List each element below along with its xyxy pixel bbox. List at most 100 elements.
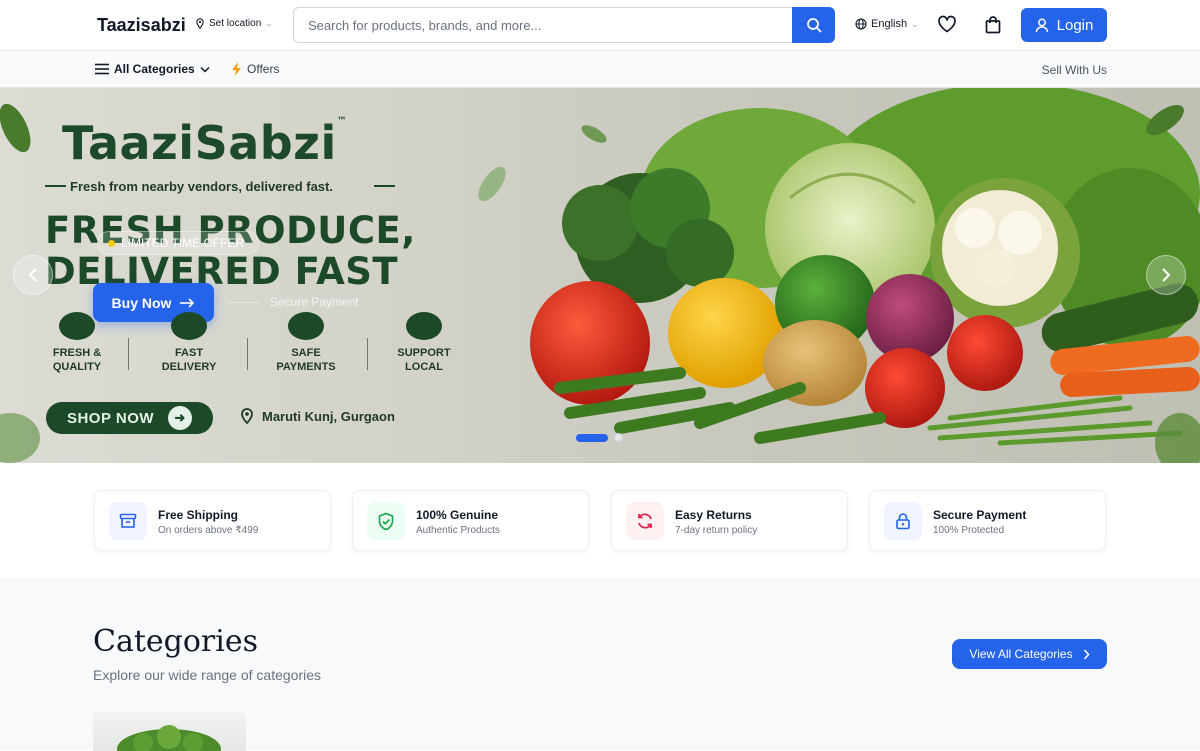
lightning-icon bbox=[232, 62, 241, 76]
chevron-down-icon: ⌄ bbox=[265, 18, 273, 28]
shield-icon bbox=[288, 312, 324, 340]
buy-now-label: Buy Now bbox=[111, 294, 172, 311]
user-icon bbox=[1035, 18, 1048, 32]
banner-logo-text: TaaziSabzi bbox=[62, 116, 337, 170]
carousel-indicators bbox=[576, 433, 623, 442]
feature-line1: SUPPORT bbox=[397, 347, 451, 359]
hero-carousel: TaaziSabzi™ Fresh from nearby vendors, d… bbox=[0, 88, 1200, 463]
location-selector[interactable]: Set location ⌄ bbox=[195, 18, 273, 29]
shopping-bag-icon bbox=[985, 16, 1001, 34]
language-selector[interactable]: English ⌄ bbox=[855, 18, 919, 30]
status-dot bbox=[108, 239, 115, 247]
location-label: Set location bbox=[209, 18, 262, 29]
search-button[interactable] bbox=[792, 7, 835, 43]
feature-line2: LOCAL bbox=[405, 361, 443, 373]
carousel-next-button[interactable] bbox=[1146, 255, 1186, 295]
delivery-icon bbox=[171, 312, 207, 340]
chevron-down-icon: ⌄ bbox=[911, 18, 919, 29]
benefit-title: Easy Returns bbox=[675, 508, 752, 522]
brand-logo[interactable]: Taazisabzi bbox=[97, 15, 186, 36]
all-categories-menu[interactable]: All Categories bbox=[95, 62, 210, 76]
refresh-icon bbox=[626, 502, 664, 540]
sell-with-us-link[interactable]: Sell With Us bbox=[1042, 63, 1107, 77]
category-card[interactable] bbox=[93, 711, 246, 751]
benefit-card-secure-payment: Secure Payment 100% Protected bbox=[869, 490, 1106, 551]
carousel-dot[interactable] bbox=[614, 433, 623, 442]
shop-now-banner-button[interactable]: SHOP NOW ➜ bbox=[46, 402, 213, 434]
feature-line2: QUALITY bbox=[52, 361, 102, 373]
feature-line1: FAST bbox=[174, 347, 204, 359]
shield-check-icon bbox=[367, 502, 405, 540]
login-button[interactable]: Login bbox=[1021, 8, 1107, 42]
chevron-left-icon bbox=[28, 268, 37, 282]
secure-payment-note: Secure Payment bbox=[228, 295, 359, 309]
benefit-title: Secure Payment bbox=[933, 508, 1027, 522]
benefit-subtitle: 7-day return policy bbox=[675, 525, 758, 536]
view-all-label: View All Categories bbox=[969, 647, 1073, 661]
search-input[interactable] bbox=[294, 8, 792, 42]
category-navbar: All Categories Offers Sell With Us bbox=[0, 51, 1200, 88]
heart-icon bbox=[938, 15, 956, 33]
feature-support-local: SUPPORT LOCAL bbox=[379, 312, 469, 374]
cart-button[interactable] bbox=[984, 15, 1002, 39]
feature-fast-delivery: FAST DELIVERY bbox=[144, 312, 234, 374]
feature-safe-payments: SAFE PAYMENTS bbox=[261, 312, 351, 374]
location-pin-icon bbox=[196, 18, 204, 29]
benefit-subtitle: On orders above ₹499 bbox=[158, 525, 259, 536]
benefit-title: 100% Genuine bbox=[416, 508, 499, 522]
box-icon bbox=[109, 502, 147, 540]
benefit-subtitle: Authentic Products bbox=[416, 525, 500, 536]
banner-tagline: Fresh from nearby vendors, delivered fas… bbox=[70, 179, 333, 194]
lock-icon bbox=[884, 502, 922, 540]
wishlist-button[interactable] bbox=[937, 15, 957, 38]
login-label: Login bbox=[1056, 16, 1094, 34]
trademark-symbol: ™ bbox=[336, 116, 348, 127]
benefit-card-genuine: 100% Genuine Authentic Products bbox=[352, 490, 589, 551]
people-icon bbox=[406, 312, 442, 340]
divider-line bbox=[228, 301, 260, 303]
secure-payment-label: Secure Payment bbox=[270, 295, 359, 309]
badge-label: LIMITED TIME OFFER bbox=[121, 236, 245, 250]
benefit-subtitle: 100% Protected bbox=[933, 525, 1005, 536]
view-all-categories-button[interactable]: View All Categories bbox=[952, 639, 1107, 669]
benefit-title: Free Shipping bbox=[158, 508, 239, 522]
banner-location-label: Maruti Kunj, Gurgaon bbox=[262, 408, 395, 424]
feature-divider bbox=[128, 338, 129, 370]
search-icon bbox=[806, 18, 821, 33]
leaf-icon bbox=[59, 312, 95, 340]
categories-section: Categories Explore our wide range of cat… bbox=[0, 578, 1200, 751]
carousel-dot-active[interactable] bbox=[576, 433, 608, 442]
chevron-down-icon bbox=[200, 66, 210, 73]
limited-offer-badge: LIMITED TIME OFFER bbox=[97, 231, 260, 255]
feature-line2: PAYMENTS bbox=[276, 361, 336, 373]
benefits-strip: Free Shipping On orders above ₹499 100% … bbox=[0, 463, 1200, 578]
search-box bbox=[293, 7, 793, 43]
feature-fresh-quality: FRESH & QUALITY bbox=[32, 312, 122, 374]
offers-link[interactable]: Offers bbox=[231, 62, 279, 76]
benefit-card-free-shipping: Free Shipping On orders above ₹499 bbox=[94, 490, 331, 551]
shop-now-label: SHOP NOW bbox=[66, 409, 155, 427]
offers-label: Offers bbox=[247, 62, 280, 76]
category-image bbox=[117, 725, 221, 751]
hamburger-menu-icon bbox=[95, 63, 109, 75]
carousel-prev-button[interactable] bbox=[13, 255, 53, 295]
chevron-right-icon bbox=[1162, 268, 1171, 282]
globe-icon bbox=[855, 18, 867, 30]
benefit-card-easy-returns: Easy Returns 7-day return policy bbox=[611, 490, 848, 551]
arrow-right-icon bbox=[180, 297, 195, 308]
chevron-right-icon bbox=[1083, 648, 1090, 660]
banner-location: Maruti Kunj, Gurgaon bbox=[240, 408, 395, 424]
categories-subtitle: Explore our wide range of categories bbox=[93, 667, 322, 683]
feature-line1: SAFE bbox=[291, 347, 321, 359]
all-categories-label: All Categories bbox=[114, 62, 195, 76]
banner-logo: TaaziSabzi™ bbox=[62, 116, 347, 170]
top-navbar: Taazisabzi Set location ⌄ English ⌄ Logi… bbox=[0, 0, 1200, 51]
feature-divider bbox=[367, 338, 368, 370]
arrow-right-icon: ➜ bbox=[168, 406, 193, 430]
location-pin-icon bbox=[241, 408, 253, 424]
language-label: English bbox=[871, 18, 908, 30]
feature-divider bbox=[247, 338, 248, 370]
categories-title: Categories bbox=[93, 624, 258, 659]
feature-line2: DELIVERY bbox=[161, 361, 217, 373]
feature-line1: FRESH & bbox=[52, 347, 102, 359]
